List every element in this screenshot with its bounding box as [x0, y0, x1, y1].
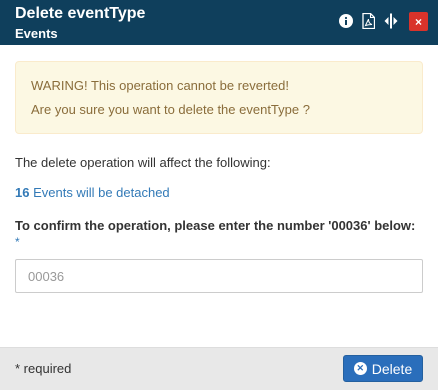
warning-line-2: Are you sure you want to delete the even… [31, 102, 310, 117]
affect-text: The delete operation will affect the fol… [15, 155, 271, 170]
required-note: * required [15, 361, 72, 376]
times-circle-icon: ✕ [353, 362, 367, 375]
warning-alert: WARING! This operation cannot be reverte… [15, 61, 423, 134]
required-mark: * [15, 235, 20, 249]
dialog-subtitle: Events [15, 26, 58, 41]
detached-count: 16 [15, 185, 30, 200]
dialog-titlebar: Delete eventType Events × [0, 0, 438, 45]
confirm-number-input[interactable] [15, 259, 423, 293]
close-icon: × [414, 14, 422, 29]
delete-button[interactable]: ✕ Delete [343, 355, 423, 382]
warning-line-1: WARING! This operation cannot be reverte… [31, 78, 289, 93]
delete-button-label: Delete [371, 360, 413, 377]
detached-text: Events will be detached [29, 185, 170, 200]
info-icon[interactable] [338, 12, 354, 30]
pdf-icon[interactable] [360, 12, 376, 30]
close-button[interactable]: × [409, 12, 428, 31]
detached-summary: 16 Events will be detached [15, 185, 170, 201]
confirm-label: To confirm the operation, please enter t… [15, 218, 416, 233]
dialog-footer: * required ✕ Delete [0, 347, 438, 390]
resize-icon[interactable] [383, 12, 399, 30]
dialog-title: Delete eventType [15, 5, 146, 22]
